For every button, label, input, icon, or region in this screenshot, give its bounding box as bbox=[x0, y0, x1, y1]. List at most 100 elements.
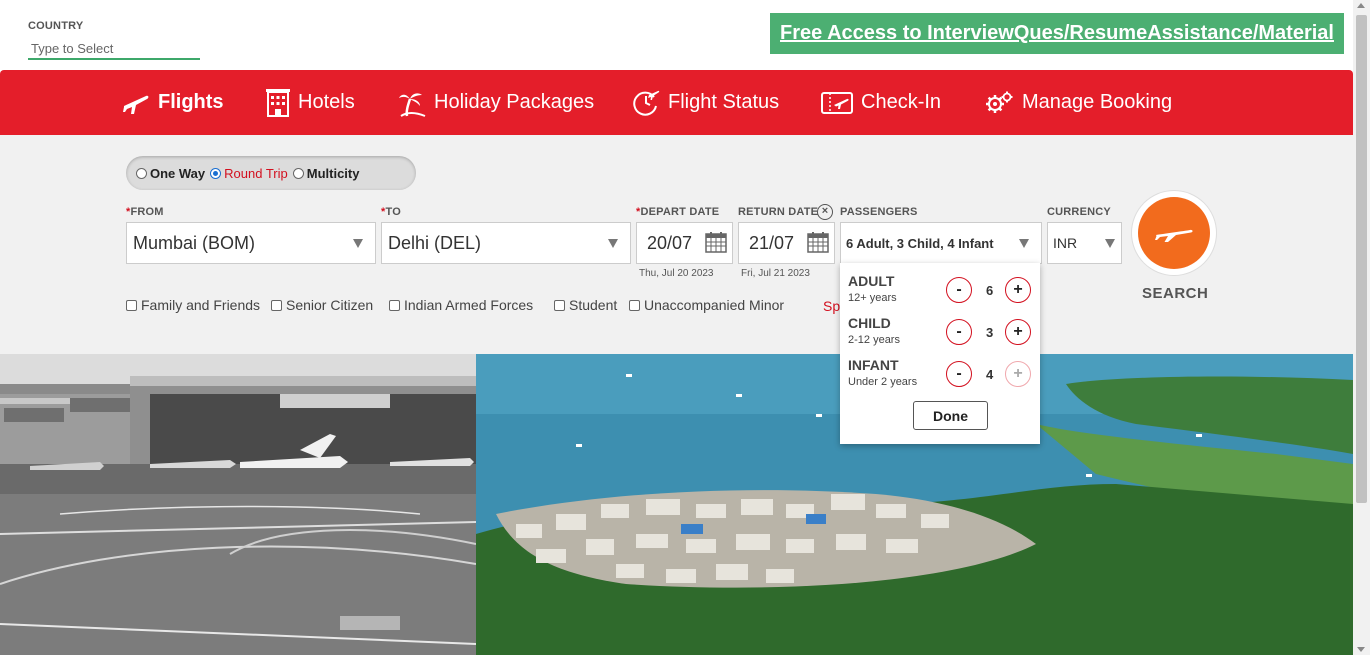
done-button[interactable]: Done bbox=[913, 401, 988, 430]
checkbox-box[interactable] bbox=[126, 299, 137, 311]
checkbox-label: Family and Friends bbox=[141, 297, 261, 313]
from-label: *FROM bbox=[126, 206, 164, 218]
depart-date-sub: Thu, Jul 20 2023 bbox=[639, 268, 714, 279]
checkbox-box[interactable] bbox=[629, 299, 640, 311]
trip-type-selector: One Way Round Trip Multicity bbox=[126, 156, 416, 190]
hotel-icon bbox=[266, 88, 290, 117]
nav-flights[interactable]: Flights bbox=[122, 70, 224, 135]
scroll-thumb[interactable] bbox=[1356, 15, 1367, 503]
depart-date-input[interactable]: 20/07 bbox=[636, 222, 733, 264]
checkbox-box[interactable] bbox=[554, 299, 565, 311]
checkbox-family-friends[interactable]: Family and Friends bbox=[126, 297, 260, 313]
pax-hint: Under 2 years bbox=[848, 376, 918, 388]
nav-label-check-in: Check-In bbox=[861, 91, 942, 113]
infant-decrement-button[interactable]: - bbox=[946, 361, 972, 387]
multicity-radio[interactable] bbox=[292, 167, 304, 179]
nav-flight-status[interactable]: Flight Status bbox=[632, 70, 779, 135]
child-increment-button[interactable]: + bbox=[1005, 319, 1031, 345]
main-nav: Flights Hotels Holiday Packages Flight S… bbox=[0, 70, 1353, 135]
to-select[interactable]: Delhi (DEL) bbox=[381, 222, 631, 264]
checkbox-armed-forces[interactable]: Indian Armed Forces bbox=[389, 297, 533, 313]
airport-hangar-photo bbox=[0, 354, 476, 655]
palm-tree-icon bbox=[399, 92, 426, 117]
scroll-up-icon[interactable] bbox=[1357, 3, 1365, 8]
checkbox-label: Indian Armed Forces bbox=[404, 297, 534, 313]
search-button-face bbox=[1138, 197, 1210, 269]
to-label: *TO bbox=[381, 206, 401, 218]
round-trip-label: Round Trip bbox=[224, 165, 288, 181]
pax-hint: 2-12 years bbox=[848, 334, 900, 346]
nav-label-manage-booking: Manage Booking bbox=[1022, 91, 1173, 113]
round-trip-radio[interactable] bbox=[210, 167, 222, 179]
return-date-input[interactable]: 21/07 bbox=[738, 222, 835, 264]
passengers-summary: 6 Adult, 3 Child, 4 Infant bbox=[846, 235, 994, 251]
promo-banner: Free Access to InterviewQues/ResumeAssis… bbox=[770, 13, 1344, 54]
flight-status-icon bbox=[633, 90, 660, 116]
chevron-down-icon bbox=[1105, 239, 1115, 248]
checkbox-senior-citizen[interactable]: Senior Citizen bbox=[271, 297, 373, 313]
infant-increment-button[interactable]: + bbox=[1005, 361, 1031, 387]
nav-label-flight-status: Flight Status bbox=[668, 91, 780, 113]
checkbox-box[interactable] bbox=[271, 299, 282, 311]
nav-label-flights: Flights bbox=[158, 91, 224, 113]
checkbox-unaccompanied-minor[interactable]: Unaccompanied Minor bbox=[629, 297, 784, 313]
infant-count: 4 bbox=[986, 367, 994, 382]
currency-value: INR bbox=[1053, 235, 1078, 251]
return-date-label: RETURN DATE bbox=[738, 206, 819, 218]
from-label-text: FROM bbox=[130, 206, 164, 218]
country-input[interactable] bbox=[28, 38, 200, 60]
checkbox-box[interactable] bbox=[389, 299, 400, 311]
clear-return-icon[interactable]: × bbox=[817, 204, 833, 220]
nav-manage-booking[interactable]: Manage Booking bbox=[984, 70, 1172, 135]
nav-holiday-packages[interactable]: Holiday Packages bbox=[398, 70, 594, 135]
gears-icon bbox=[986, 91, 1013, 113]
depart-date-value: 20/07 bbox=[647, 232, 693, 253]
trip-option-one-way[interactable]: One Way bbox=[136, 166, 205, 181]
pax-name: ADULT bbox=[848, 273, 895, 289]
pax-row-child: CHILD 2-12 years - 3 + bbox=[848, 315, 1034, 351]
trip-option-round-trip[interactable]: Round Trip bbox=[210, 166, 288, 181]
calendar-icon bbox=[807, 232, 829, 253]
chevron-down-icon bbox=[1019, 239, 1029, 248]
pax-row-infant: INFANT Under 2 years - 4 + bbox=[848, 357, 1034, 393]
nav-hotels[interactable]: Hotels bbox=[266, 70, 355, 135]
chevron-down-icon bbox=[353, 239, 363, 248]
to-label-text: TO bbox=[385, 206, 401, 218]
child-count: 3 bbox=[986, 325, 994, 340]
calendar-icon bbox=[705, 232, 727, 253]
nav-check-in[interactable]: Check-In bbox=[821, 70, 941, 135]
promo-link[interactable]: Free Access to InterviewQues/ResumeAssis… bbox=[780, 22, 1334, 45]
passengers-label: PASSENGERS bbox=[840, 206, 918, 218]
page-scrollbar[interactable] bbox=[1353, 0, 1370, 655]
search-label: SEARCH bbox=[1142, 285, 1209, 302]
from-select[interactable]: Mumbai (BOM) bbox=[126, 222, 376, 264]
country-selector: COUNTRY bbox=[28, 20, 200, 60]
plane-icon bbox=[123, 95, 149, 114]
passengers-dropdown: ADULT 12+ years - 6 + CHILD 2-12 years -… bbox=[840, 263, 1040, 444]
passengers-select[interactable]: 6 Adult, 3 Child, 4 Infant bbox=[840, 222, 1042, 264]
adult-increment-button[interactable]: + bbox=[1005, 277, 1031, 303]
search-button[interactable] bbox=[1132, 191, 1216, 275]
nav-label-hotels: Hotels bbox=[298, 91, 355, 113]
checkbox-label: Senior Citizen bbox=[286, 297, 374, 313]
multicity-label: Multicity bbox=[306, 165, 360, 181]
special-assistance-link[interactable]: Sp bbox=[823, 298, 840, 314]
checkbox-student[interactable]: Student bbox=[554, 297, 617, 313]
pax-name: CHILD bbox=[848, 315, 891, 331]
to-value: Delhi (DEL) bbox=[388, 232, 482, 253]
nav-label-holiday-packages: Holiday Packages bbox=[434, 91, 595, 113]
plane-icon bbox=[1155, 229, 1193, 242]
currency-select[interactable]: INR bbox=[1047, 222, 1122, 264]
currency-label: CURRENCY bbox=[1047, 206, 1111, 218]
pax-row-adult: ADULT 12+ years - 6 + bbox=[848, 273, 1034, 309]
search-panel: One Way Round Trip Multicity *FROM Mumba… bbox=[0, 135, 1353, 354]
scroll-down-icon[interactable] bbox=[1357, 647, 1365, 652]
checkbox-label: Unaccompanied Minor bbox=[644, 297, 785, 313]
checkbox-label: Student bbox=[569, 297, 618, 313]
adult-decrement-button[interactable]: - bbox=[946, 277, 972, 303]
hero-image-airport bbox=[0, 354, 476, 655]
child-decrement-button[interactable]: - bbox=[946, 319, 972, 345]
depart-date-label: *DEPART DATE bbox=[636, 206, 719, 218]
one-way-radio[interactable] bbox=[136, 167, 147, 179]
trip-option-multicity[interactable]: Multicity bbox=[292, 165, 360, 181]
